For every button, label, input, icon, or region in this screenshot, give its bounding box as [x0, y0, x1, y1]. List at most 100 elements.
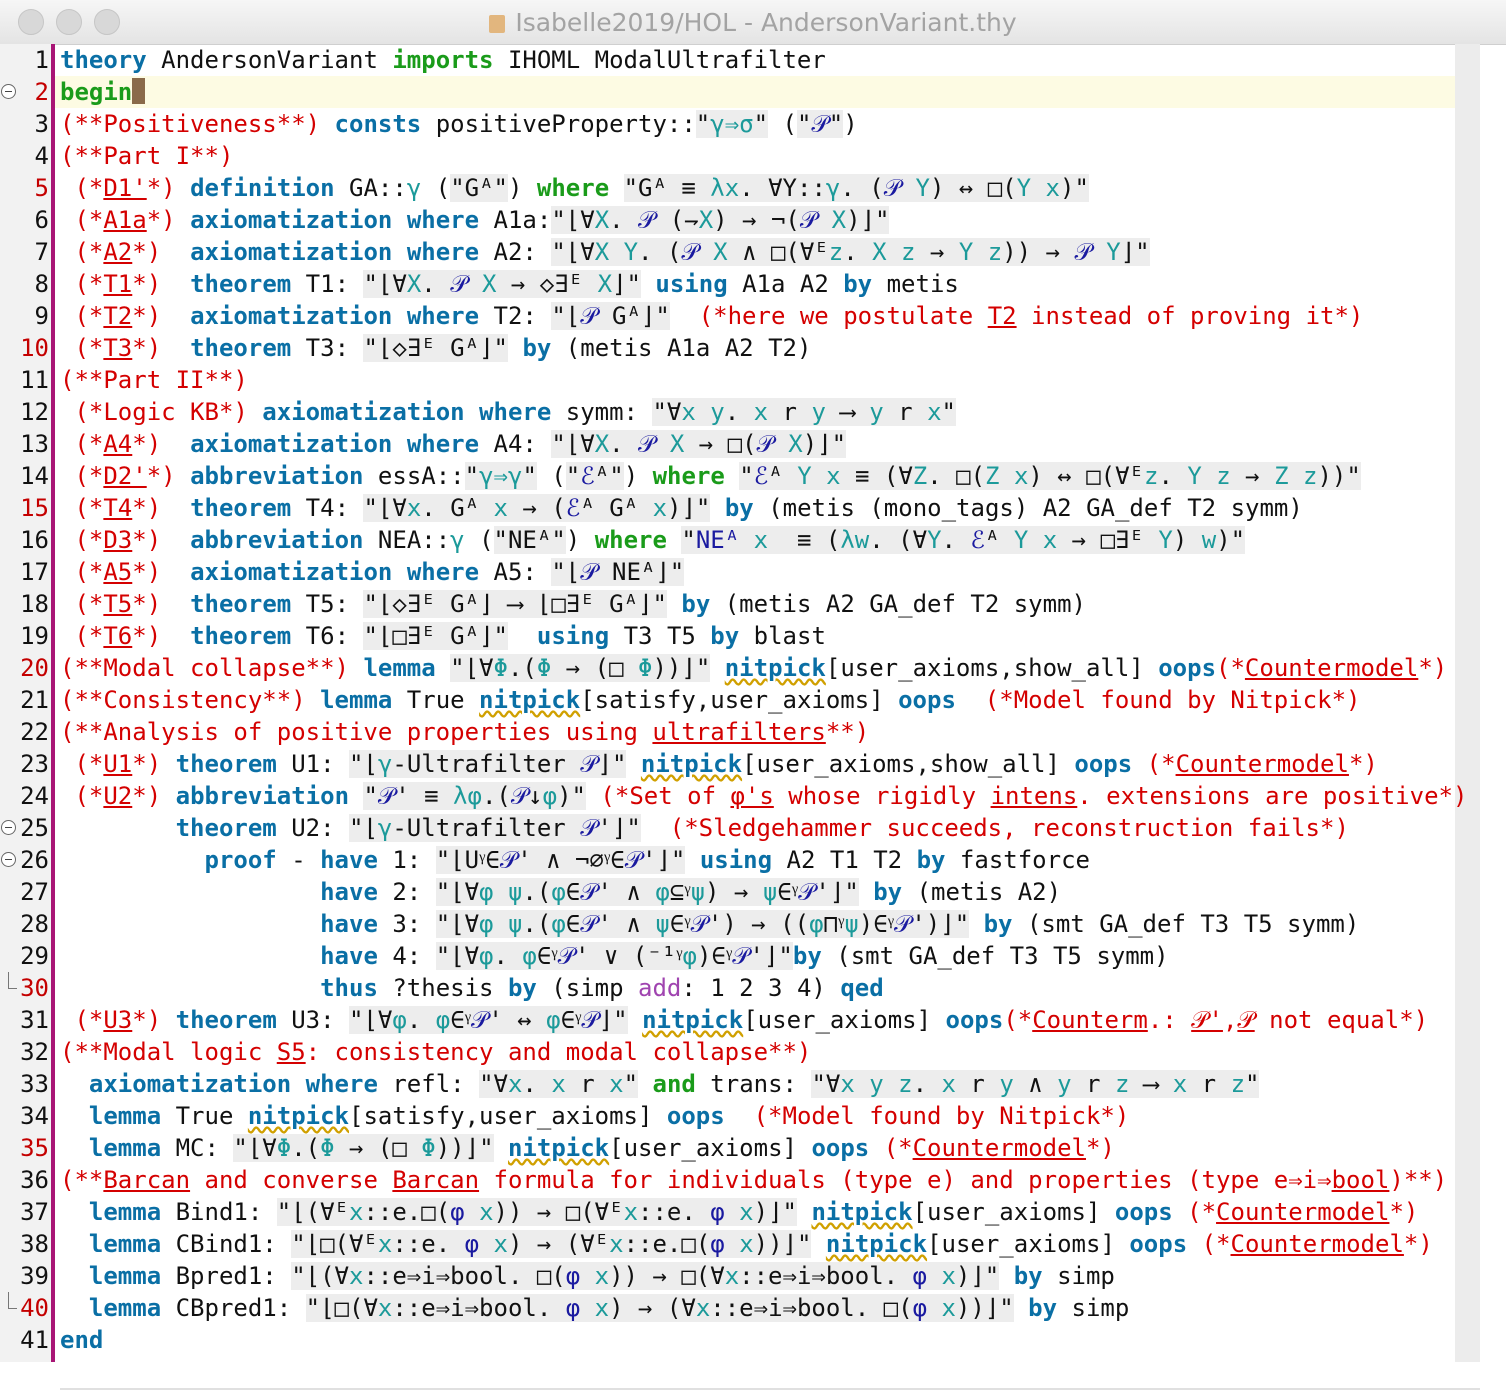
line-text[interactable]: (*T1*) theorem T1: "⌊∀X. 𝒫 X → ◇∃ᴱ X⌋" u…	[60, 268, 959, 300]
code-line[interactable]: 39 lemma Bpred1: "⌊(∀x::e⇒i⇒bool. □(φ x)…	[0, 1260, 1506, 1292]
line-text[interactable]: (*A2*) axiomatization where A2: "⌊∀X Y. …	[60, 236, 1150, 268]
line-text[interactable]: (*D3*) abbreviation NEA::γ ("NEᴬ") where…	[60, 524, 1246, 556]
line-text[interactable]: (*T4*) theorem T4: "⌊∀x. Gᴬ x → (ℰᴬ Gᴬ x…	[60, 492, 1303, 524]
line-text[interactable]: lemma CBind1: "⌊□(∀ᴱx::e. φ x) → (∀ᴱx::e…	[60, 1228, 1433, 1260]
line-text[interactable]: lemma True nitpick[satisfy,user_axioms] …	[60, 1100, 1129, 1132]
code-line[interactable]: 17 (*A5*) axiomatization where A5: "⌊𝒫 N…	[0, 556, 1506, 588]
line-text[interactable]: have 2: "⌊∀φ ψ.(φ∈𝒫' ∧ φ⊆ᵞψ) → ψ∈ᵞ𝒫'⌋" b…	[60, 876, 1061, 908]
line-text[interactable]: (*T6*) theorem T6: "⌊□∃ᴱ Gᴬ⌋" using T3 T…	[60, 620, 826, 652]
line-text[interactable]: (**Part II**)	[60, 364, 248, 396]
line-number: 37	[20, 1198, 49, 1226]
line-text[interactable]: (**Part I**)	[60, 140, 233, 172]
code-line[interactable]: 24 (*U2*) abbreviation "𝒫' ≡ λφ.(𝒫↓φ)" (…	[0, 780, 1506, 812]
code-line[interactable]: 25 theorem U2: "⌊γ-Ultrafilter 𝒫'⌋" (*Sl…	[0, 812, 1506, 844]
line-text[interactable]: (**Consistency**) lemma True nitpick[sat…	[60, 684, 1360, 716]
line-number: 38	[20, 1230, 49, 1258]
code-line[interactable]: 33 axiomatization where refl: "∀x. x r x…	[0, 1068, 1506, 1100]
line-text[interactable]: proof - have 1: "⌊Uᵞ∈𝒫' ∧ ¬∅ᵞ∈𝒫'⌋" using…	[60, 844, 1090, 876]
code-line[interactable]: 29 have 4: "⌊∀φ. φ∈ᵞ𝒫' ∨ (⁻¹ᵞφ)∈ᵞ𝒫'⌋"by …	[0, 940, 1506, 972]
code-line[interactable]: 28 have 3: "⌊∀φ ψ.(φ∈𝒫' ∧ ψ∈ᵞ𝒫') → ((φ⊓ᵞ…	[0, 908, 1506, 940]
line-number: 32	[20, 1038, 49, 1066]
line-text[interactable]: begin	[60, 76, 146, 108]
code-line[interactable]: 26 proof - have 1: "⌊Uᵞ∈𝒫' ∧ ¬∅ᵞ∈𝒫'⌋" us…	[0, 844, 1506, 876]
line-text[interactable]: axiomatization where refl: "∀x. x r x" a…	[60, 1068, 1260, 1100]
line-number: 40	[20, 1294, 49, 1322]
code-line[interactable]: 19 (*T6*) theorem T6: "⌊□∃ᴱ Gᴬ⌋" using T…	[0, 620, 1506, 652]
line-number: 18	[20, 590, 49, 618]
code-line[interactable]: 6 (*A1a*) axiomatization where A1a:"⌊∀X.…	[0, 204, 1506, 236]
line-text[interactable]: (*D1'*) definition GA::γ ("Gᴬ") where "G…	[60, 172, 1089, 204]
line-number: 35	[20, 1134, 49, 1162]
line-text[interactable]: (*T5*) theorem T5: "⌊◇∃ᴱ Gᴬ⌋ ⟶ ⌊□∃ᴱ Gᴬ⌋"…	[60, 588, 1086, 620]
code-line[interactable]: 8 (*T1*) theorem T1: "⌊∀X. 𝒫 X → ◇∃ᴱ X⌋"…	[0, 268, 1506, 300]
code-line[interactable]: 32 (**Modal logic S5: consistency and mo…	[0, 1036, 1506, 1068]
line-text[interactable]: lemma MC: "⌊∀Φ.(Φ → (□ Φ))⌋" nitpick[use…	[60, 1132, 1115, 1164]
line-text[interactable]: (**Modal logic S5: consistency and modal…	[60, 1036, 811, 1068]
line-text[interactable]: (*T2*) axiomatization where T2: "⌊𝒫 Gᴬ⌋"…	[60, 300, 1363, 332]
code-line[interactable]: 4 (**Part I**)	[0, 140, 1506, 172]
code-line[interactable]: 23 (*U1*) theorem U1: "⌊γ-Ultrafilter 𝒫⌋…	[0, 748, 1506, 780]
code-line[interactable]: 41 end	[0, 1324, 1506, 1356]
line-text[interactable]: theorem U2: "⌊γ-Ultrafilter 𝒫'⌋" (*Sledg…	[60, 812, 1349, 844]
line-text[interactable]: have 4: "⌊∀φ. φ∈ᵞ𝒫' ∨ (⁻¹ᵞφ)∈ᵞ𝒫'⌋"by (sm…	[60, 940, 1169, 972]
code-line[interactable]: 11 (**Part II**)	[0, 364, 1506, 396]
line-text[interactable]: (**Modal collapse**) lemma "⌊∀Φ.(Φ → (□ …	[60, 652, 1447, 684]
code-line[interactable]: 38 lemma CBind1: "⌊□(∀ᴱx::e. φ x) → (∀ᴱx…	[0, 1228, 1506, 1260]
horizontal-scrollbar[interactable]	[60, 1388, 1480, 1390]
code-line[interactable]: 3 (**Positiveness**) consts positiveProp…	[0, 108, 1506, 140]
code-line[interactable]: 15 (*T4*) theorem T4: "⌊∀x. Gᴬ x → (ℰᴬ G…	[0, 492, 1506, 524]
code-line[interactable]: 21 (**Consistency**) lemma True nitpick[…	[0, 684, 1506, 716]
line-text[interactable]: (*T3*) theorem T3: "⌊◇∃ᴱ Gᴬ⌋" by (metis …	[60, 332, 811, 364]
line-text[interactable]: (*A1a*) axiomatization where A1a:"⌊∀X. 𝒫…	[60, 204, 890, 236]
line-text[interactable]: (**Barcan and converse Barcan formula fo…	[60, 1164, 1447, 1196]
code-line[interactable]: 37 lemma Bind1: "⌊(∀ᴱx::e.□(φ x)) → □(∀ᴱ…	[0, 1196, 1506, 1228]
code-line[interactable]: 1 theory AndersonVariant imports IHOML M…	[0, 44, 1506, 76]
line-text[interactable]: (*U1*) theorem U1: "⌊γ-Ultrafilter 𝒫⌋" n…	[60, 748, 1378, 780]
code-line[interactable]: 40 lemma CBpred1: "⌊□(∀x::e⇒i⇒bool. φ x)…	[0, 1292, 1506, 1324]
code-line[interactable]: 34 lemma True nitpick[satisfy,user_axiom…	[0, 1100, 1506, 1132]
text-cursor	[132, 78, 146, 104]
line-number: 6	[34, 206, 49, 234]
code-line[interactable]: 5 (*D1'*) definition GA::γ ("Gᴬ") where …	[0, 172, 1506, 204]
line-text[interactable]: have 3: "⌊∀φ ψ.(φ∈𝒫' ∧ ψ∈ᵞ𝒫') → ((φ⊓ᵞψ)∈…	[60, 908, 1359, 940]
code-line[interactable]: 30 thus ?thesis by (simp add: 1 2 3 4) q…	[0, 972, 1506, 1004]
code-line[interactable]: 18 (*T5*) theorem T5: "⌊◇∃ᴱ Gᴬ⌋ ⟶ ⌊□∃ᴱ G…	[0, 588, 1506, 620]
line-text[interactable]: lemma Bpred1: "⌊(∀x::e⇒i⇒bool. □(φ x)) →…	[60, 1260, 1115, 1292]
code-line[interactable]: 13 (*A4*) axiomatization where A4: "⌊∀X.…	[0, 428, 1506, 460]
line-number: 34	[20, 1102, 49, 1130]
code-line[interactable]: 16 (*D3*) abbreviation NEA::γ ("NEᴬ") wh…	[0, 524, 1506, 556]
line-text[interactable]: (**Analysis of positive properties using…	[60, 716, 869, 748]
line-text[interactable]: theory AndersonVariant imports IHOML Mod…	[60, 44, 826, 76]
line-text[interactable]: end	[60, 1324, 103, 1356]
code-line-current[interactable]: 2 begin	[0, 76, 1506, 108]
code-line[interactable]: 14 (*D2'*) abbreviation essA::"γ⇒γ" ("ℰᴬ…	[0, 460, 1506, 492]
line-text[interactable]: lemma CBpred1: "⌊□(∀x::e⇒i⇒bool. φ x) → …	[60, 1292, 1129, 1324]
code-line[interactable]: 20 (**Modal collapse**) lemma "⌊∀Φ.(Φ → …	[0, 652, 1506, 684]
code-line[interactable]: 35 lemma MC: "⌊∀Φ.(Φ → (□ Φ))⌋" nitpick[…	[0, 1132, 1506, 1164]
line-number: 25	[20, 814, 49, 842]
line-text[interactable]: (*Logic KB*) axiomatization where symm: …	[60, 396, 956, 428]
line-number: 1	[34, 46, 49, 74]
line-text[interactable]: (*A5*) axiomatization where A5: "⌊𝒫 NEᴬ⌋…	[60, 556, 685, 588]
line-number: 26	[20, 846, 49, 874]
line-number: 36	[20, 1166, 49, 1194]
line-text[interactable]: thus ?thesis by (simp add: 1 2 3 4) qed	[60, 972, 884, 1004]
line-text[interactable]: (*U3*) theorem U3: "⌊∀φ. φ∈ᵞ𝒫' ↔ φ∈ᵞ𝒫⌋" …	[60, 1004, 1428, 1036]
line-number: 13	[20, 430, 49, 458]
line-text[interactable]: lemma Bind1: "⌊(∀ᴱx::e.□(φ x)) → □(∀ᴱx::…	[60, 1196, 1418, 1228]
code-line[interactable]: 27 have 2: "⌊∀φ ψ.(φ∈𝒫' ∧ φ⊆ᵞψ) → ψ∈ᵞ𝒫'⌋…	[0, 876, 1506, 908]
line-number: 20	[20, 654, 49, 682]
code-line[interactable]: 22 (**Analysis of positive properties us…	[0, 716, 1506, 748]
code-line[interactable]: 36 (**Barcan and converse Barcan formula…	[0, 1164, 1506, 1196]
line-text[interactable]: (*A4*) axiomatization where A4: "⌊∀X. 𝒫 …	[60, 428, 847, 460]
line-number: 15	[20, 494, 49, 522]
code-line[interactable]: 12 (*Logic KB*) axiomatization where sym…	[0, 396, 1506, 428]
line-text[interactable]: (*D2'*) abbreviation essA::"γ⇒γ" ("ℰᴬ") …	[60, 460, 1361, 492]
line-text[interactable]: (*U2*) abbreviation "𝒫' ≡ λφ.(𝒫↓φ)" (*Se…	[60, 780, 1467, 812]
line-text[interactable]: (**Positiveness**) consts positiveProper…	[60, 108, 858, 140]
line-number: 21	[20, 686, 49, 714]
code-line[interactable]: 7 (*A2*) axiomatization where A2: "⌊∀X Y…	[0, 236, 1506, 268]
code-line[interactable]: 9 (*T2*) axiomatization where T2: "⌊𝒫 Gᴬ…	[0, 300, 1506, 332]
code-line[interactable]: 31 (*U3*) theorem U3: "⌊∀φ. φ∈ᵞ𝒫' ↔ φ∈ᵞ𝒫…	[0, 1004, 1506, 1036]
code-line[interactable]: 10 (*T3*) theorem T3: "⌊◇∃ᴱ Gᴬ⌋" by (met…	[0, 332, 1506, 364]
